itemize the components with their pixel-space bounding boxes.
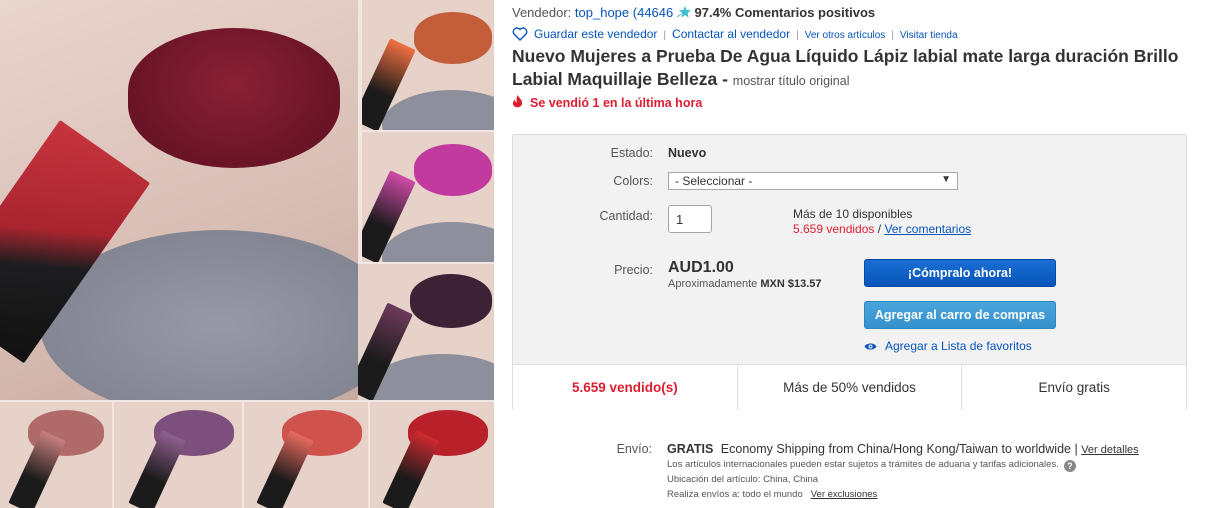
product-title: Nuevo Mujeres a Prueba De Agua Líquido L… xyxy=(512,45,1202,93)
customs-note: Los artículos internacionales pueden est… xyxy=(667,459,1076,472)
thumbnail-coral[interactable] xyxy=(244,402,368,508)
sold-last-hour-alert: Se vendió 1 en la última hora xyxy=(512,95,702,110)
main-product-photo[interactable] xyxy=(0,0,358,400)
purchase-box: Estado: Nuevo Colors: - Seleccionar - ▼ … xyxy=(512,134,1187,410)
customs-note-text: Los artículos internacionales pueden est… xyxy=(667,459,1059,470)
listing-stats: 5.659 vendido(s) Más de 50% vendidos Env… xyxy=(513,364,1186,410)
help-icon[interactable]: ? xyxy=(1063,460,1076,472)
colors-select-value: - Seleccionar - xyxy=(675,174,753,188)
slash-separator: / xyxy=(877,222,882,236)
quantity-label: Cantidad: xyxy=(599,209,653,223)
save-seller-link[interactable]: Guardar este vendedor xyxy=(534,27,657,41)
shipping-free: GRATIS xyxy=(667,442,714,456)
add-to-watchlist-link[interactable]: Agregar a Lista de favoritos xyxy=(864,339,1032,353)
condition-label: Estado: xyxy=(610,146,653,160)
stat-sold-percent: Más de 50% vendidos xyxy=(738,365,963,410)
flame-icon xyxy=(512,95,523,108)
condition-value: Nuevo xyxy=(668,146,707,160)
price-value: AUD1.00 xyxy=(668,259,734,276)
other-items-link[interactable]: Ver otros artículos xyxy=(805,30,886,41)
separator: | xyxy=(796,30,799,41)
thumbnail-nude[interactable] xyxy=(0,402,112,508)
stat-free-shipping: Envío gratis xyxy=(1038,380,1110,395)
thumbnail-pink[interactable] xyxy=(362,132,494,262)
ships-to: Realiza envíos a: todo el mundo Ver exclu… xyxy=(667,489,877,500)
positive-feedback: 97.4% Comentarios positivos xyxy=(694,5,876,20)
product-image-gallery[interactable] xyxy=(0,0,494,508)
approx-value: MXN $13.57 xyxy=(760,278,822,290)
sold-count-line: 5.659 vendidos / Ver comentarios xyxy=(793,222,971,236)
available-text: Más de 10 disponibles xyxy=(793,207,913,221)
eye-icon xyxy=(864,343,877,350)
shipping-method: Economy Shipping from China/Hong Kong/Ta… xyxy=(720,442,1078,456)
seller-actions: Guardar este vendedor | Contactar al vende… xyxy=(512,27,958,41)
quantity-input[interactable]: 1 xyxy=(668,205,712,233)
add-to-watchlist-text: Agregar a Lista de favoritos xyxy=(885,339,1032,353)
stat-sold: 5.659 vendido(s) xyxy=(513,365,738,410)
thumbnail-plum[interactable] xyxy=(358,264,494,400)
thumbnail-red[interactable] xyxy=(370,402,494,508)
sold-count: 5.659 vendidos xyxy=(793,222,875,236)
show-original-title-link[interactable]: mostrar título original xyxy=(733,74,850,88)
item-location: Ubicación del artículo: China, China xyxy=(667,474,819,485)
seller-feedback-count[interactable]: (44646 xyxy=(633,5,673,20)
see-feedback-link[interactable]: Ver comentarios xyxy=(884,222,971,236)
price-label: Precio: xyxy=(614,263,653,277)
visit-store-link[interactable]: Visitar tienda xyxy=(900,30,958,41)
seller-label: Vendedor: xyxy=(512,5,572,20)
buy-now-button[interactable]: ¡Cómpralo ahora! xyxy=(864,259,1056,287)
sold-last-hour-text: Se vendió 1 en la última hora xyxy=(530,96,703,110)
dropdown-arrow-icon: ▼ xyxy=(941,174,951,185)
shipping-details-link[interactable]: Ver detalles xyxy=(1081,444,1138,456)
separator: | xyxy=(663,30,667,41)
colors-label: Colors: xyxy=(613,174,653,188)
approx-label: Aproximadamente xyxy=(668,278,758,290)
shipping-label: Envío: xyxy=(616,442,652,456)
shipping-main: GRATIS Economy Shipping from China/Hong … xyxy=(667,442,1139,456)
shooting-star-icon xyxy=(676,6,691,18)
ships-to-text: Realiza envíos a: todo el mundo xyxy=(667,489,803,500)
seller-info: Vendedor: top_hope (44646 97.4% Comentar… xyxy=(512,5,875,20)
see-exclusions-link[interactable]: Ver exclusiones xyxy=(811,489,878,500)
separator: | xyxy=(891,30,894,41)
thumbnail-orange[interactable] xyxy=(362,0,494,130)
contact-seller-link[interactable]: Contactar al vendedor xyxy=(672,27,790,41)
seller-name-link[interactable]: top_hope xyxy=(575,5,629,20)
heart-icon[interactable] xyxy=(512,27,528,41)
colors-select[interactable]: - Seleccionar - ▼ xyxy=(668,172,958,190)
approx-price: Aproximadamente MXN $13.57 xyxy=(668,278,822,290)
thumbnail-purple[interactable] xyxy=(114,402,242,508)
add-to-cart-button[interactable]: Agregar al carro de compras xyxy=(864,301,1056,329)
